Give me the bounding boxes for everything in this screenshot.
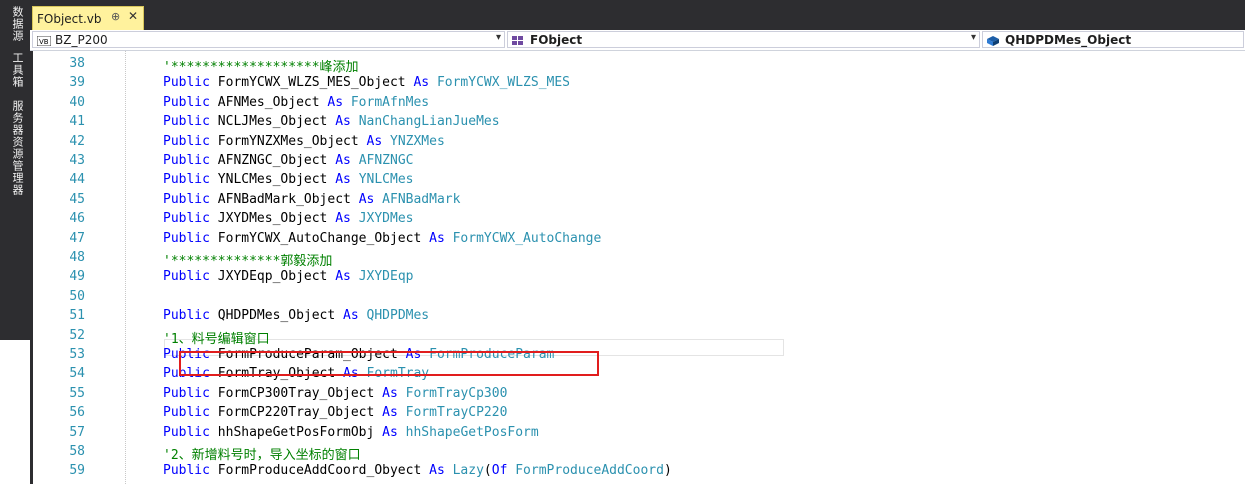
code-text: Public hhShapeGetPosFormObj As hhShapeGe…: [163, 424, 539, 440]
code-line[interactable]: 50: [33, 287, 1245, 306]
code-line[interactable]: 43 Public AFNZNGC_Object As AFNZNGC: [33, 151, 1245, 170]
line-number: 53: [69, 347, 85, 362]
line-number: 49: [69, 269, 85, 285]
class-icon: [512, 35, 524, 49]
code-line[interactable]: 40 Public AFNMes_Object As FormAfnMes: [33, 93, 1245, 112]
code-line[interactable]: 57 Public hhShapeGetPosFormObj As hhShape…: [33, 423, 1245, 442]
code-line[interactable]: 46 Public JXYDMes_Object As JXYDMes: [33, 209, 1245, 228]
class-dropdown-value: FObject: [530, 33, 583, 47]
code-line[interactable]: 59 Public FormProduceAddCoord_Obyect As L…: [33, 461, 1245, 480]
code-line[interactable]: 42 Public FormYNZXMes_Object As YNZXMes: [33, 132, 1245, 151]
code-text: Public FormYCWX_AutoChange_Object As For…: [163, 230, 602, 246]
line-number: 50: [69, 288, 85, 304]
document-tab-title: FObject.vb: [37, 12, 102, 26]
code-line[interactable]: 41 Public NCLJMes_Object As NanChangLianJ…: [33, 112, 1245, 131]
code-line[interactable]: 45 Public AFNBadMark_Object As AFNBadMark: [33, 190, 1245, 209]
code-line[interactable]: 52 '1、料号编辑窗口: [33, 326, 1245, 347]
side-tab-server-explorer[interactable]: 服务器资源管理器: [5, 100, 25, 196]
code-text: '**************郭毅添加: [163, 254, 333, 269]
code-line[interactable]: 47 Public FormYCWX_AutoChange_Object As F…: [33, 229, 1245, 248]
code-text: Public FormCP220Tray_Object As FormTrayC…: [163, 405, 508, 421]
navigation-bar: VB BZ_P200 ▾ FObject ▾ QHDPDMes_Object: [30, 30, 1245, 51]
project-dropdown-value: BZ_P200: [55, 33, 108, 47]
side-empty-area: [0, 340, 30, 484]
code-line[interactable]: 58 '2、新增料号时，导入坐标的窗口: [33, 442, 1245, 463]
line-number: 56: [69, 405, 85, 421]
highlight-annotation-box: [179, 351, 599, 376]
class-dropdown[interactable]: FObject ▾: [507, 31, 980, 48]
side-tab-toolbox[interactable]: 工具箱: [5, 52, 25, 88]
line-number: 40: [69, 94, 85, 110]
line-number: 47: [69, 230, 85, 246]
code-line[interactable]: 39 Public FormYCWX_WLZS_MES_Object As For…: [33, 73, 1245, 92]
pin-icon[interactable]: ⊕: [111, 10, 120, 23]
code-text: Public FormYNZXMes_Object As YNZXMes: [163, 133, 445, 149]
code-text: Public YNLCMes_Object As YNLCMes: [163, 172, 414, 188]
chevron-down-icon: ▾: [495, 32, 501, 43]
line-number: 59: [69, 463, 85, 479]
member-dropdown-value: QHDPDMes_Object: [1005, 33, 1132, 47]
left-tool-strip: 数据源 工具箱 服务器资源管理器: [0, 0, 30, 340]
code-editor[interactable]: 38 '*******************峰添加 39 Public FormYC…: [33, 51, 1245, 484]
line-number: 43: [69, 153, 85, 168]
code-text: Public AFNMes_Object As FormAfnMes: [163, 94, 430, 110]
document-tab-fobject[interactable]: FObject.vb ⊕ ✕: [32, 6, 144, 30]
line-number: 55: [69, 385, 85, 401]
side-tab-data-sources[interactable]: 数据源: [5, 6, 25, 42]
close-icon[interactable]: ✕: [128, 9, 138, 23]
code-text: '*******************峰添加: [163, 60, 359, 75]
line-number: 42: [69, 133, 85, 149]
line-number: 48: [69, 250, 85, 265]
line-number: 39: [69, 75, 85, 91]
member-dropdown[interactable]: QHDPDMes_Object: [982, 31, 1244, 48]
code-line[interactable]: 51 Public QHDPDMes_Object As QHDPDMes: [33, 306, 1245, 325]
code-text: Public NCLJMes_Object As NanChangLianJue…: [163, 114, 500, 130]
code-line[interactable]: 49 Public JXYDEqp_Object As JXYDEqp: [33, 267, 1245, 286]
code-text: '2、新增料号时，导入坐标的窗口: [163, 448, 361, 463]
line-number: 41: [69, 114, 85, 130]
code-line[interactable]: 55 Public FormCP300Tray_Object As FormTra…: [33, 384, 1245, 403]
code-text: Public FormCP300Tray_Object As FormTrayC…: [163, 385, 508, 401]
line-number: 54: [69, 366, 85, 382]
code-text: Public JXYDMes_Object As JXYDMes: [163, 211, 414, 227]
code-line[interactable]: 56 Public FormCP220Tray_Object As FormTra…: [33, 403, 1245, 422]
code-text: Public AFNZNGC_Object As AFNZNGC: [163, 153, 414, 168]
project-dropdown[interactable]: VB BZ_P200 ▾: [32, 31, 505, 48]
vb-project-icon: VB: [36, 35, 52, 49]
line-number: 38: [69, 56, 85, 71]
svg-text:VB: VB: [39, 38, 49, 46]
code-text: '1、料号编辑窗口: [163, 331, 270, 347]
line-number: 58: [69, 444, 85, 459]
code-text: Public AFNBadMark_Object As AFNBadMark: [163, 191, 461, 207]
line-number: 51: [69, 308, 85, 324]
code-line[interactable]: 44 Public YNLCMes_Object As YNLCMes: [33, 170, 1245, 189]
line-number: 44: [69, 172, 85, 188]
line-number: 45: [69, 191, 85, 207]
code-text: Public FormProduceAddCoord_Obyect As Laz…: [163, 463, 672, 479]
code-line[interactable]: 38 '*******************峰添加: [33, 54, 1245, 75]
code-text: Public QHDPDMes_Object As QHDPDMes: [163, 308, 430, 324]
chevron-down-icon: ▾: [970, 32, 976, 43]
code-line[interactable]: 48 '**************郭毅添加: [33, 248, 1245, 269]
line-number: 46: [69, 211, 85, 227]
line-number: 57: [69, 424, 85, 440]
document-tab-strip: FObject.vb ⊕ ✕: [30, 0, 1245, 30]
code-text: Public FormYCWX_WLZS_MES_Object As FormY…: [163, 75, 571, 91]
field-icon: [987, 35, 999, 49]
code-text: Public JXYDEqp_Object As JXYDEqp: [163, 269, 414, 285]
line-number: 52: [69, 327, 85, 343]
